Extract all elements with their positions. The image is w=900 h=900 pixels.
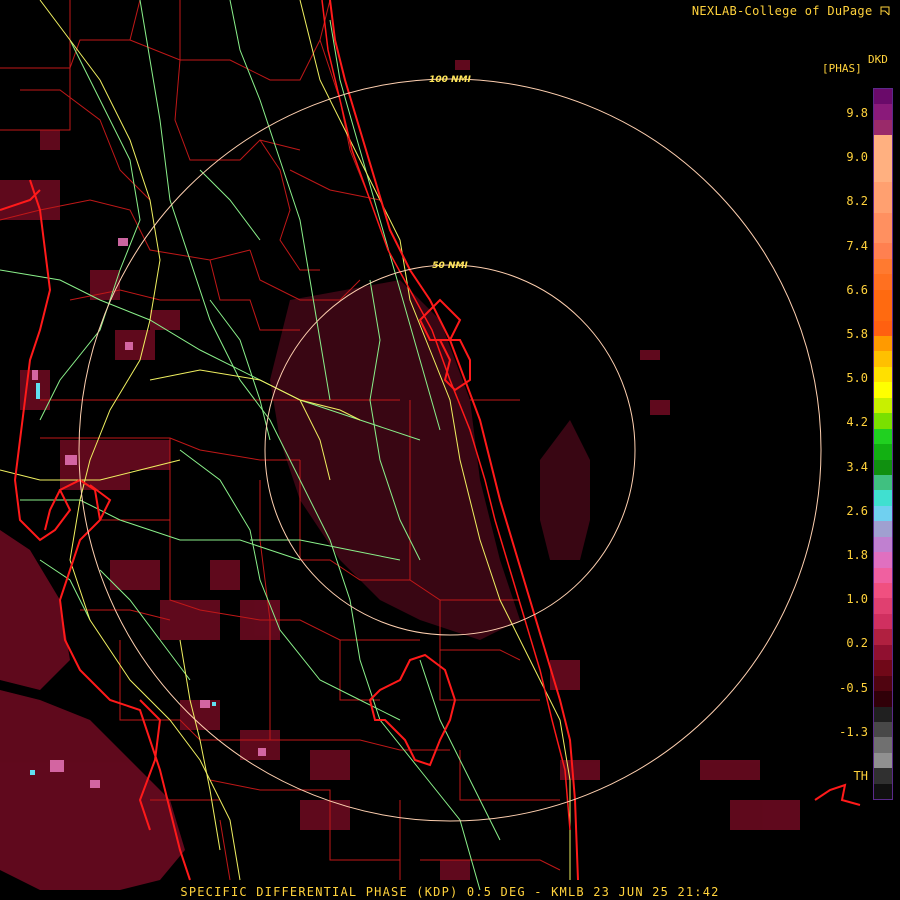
legend-tick-label: 9.8 [846, 106, 868, 120]
legend-swatch [874, 289, 892, 306]
credit-text: NEXLAB-College of DuPage [692, 4, 890, 18]
range-label-50nmi: 50 NMI [432, 261, 468, 271]
legend-tick-label: 5.8 [846, 327, 868, 341]
legend-swatch [874, 212, 892, 228]
legend-swatch [874, 243, 892, 259]
legend-tick-label: 1.8 [846, 548, 868, 562]
legend-swatch [874, 382, 892, 398]
legend-swatch [874, 474, 892, 491]
credit-label: NEXLAB-College of DuPage [691, 4, 873, 18]
legend-swatch [874, 459, 892, 475]
product-caption: SPECIFIC DIFFERENTIAL PHASE (KDP) 0.5 DE… [180, 885, 720, 899]
legend-swatch [874, 768, 892, 784]
legend-tick-label: -0.5 [839, 680, 868, 695]
legend-tick-label: 1.0 [846, 592, 868, 607]
legend-swatch [874, 413, 892, 429]
legend-swatch [874, 444, 892, 460]
legend-swatch [874, 397, 892, 414]
legend-tick-label: -1.3 [839, 724, 868, 739]
legend-tick-label: TH [853, 769, 868, 783]
legend-swatch [874, 583, 892, 599]
legend-swatch [874, 613, 892, 630]
legend-swatch [874, 320, 892, 336]
legend-swatch [874, 119, 892, 136]
legend-tick-label: 5.0 [846, 371, 868, 386]
legend-swatch [874, 274, 892, 290]
legend-swatch [874, 552, 892, 568]
legend-swatch [874, 227, 892, 244]
legend-swatch [874, 521, 892, 537]
legend-swatch [874, 150, 892, 167]
legend-tick-label: 7.4 [846, 238, 868, 253]
legend-swatch [874, 644, 892, 661]
legend-swatch [874, 181, 892, 198]
legend-swatch [874, 490, 892, 506]
legend-swatch [874, 366, 892, 383]
range-label-100nmi: 100 NMI [429, 75, 471, 85]
legend-swatch [874, 428, 892, 445]
legend-swatch [874, 351, 892, 367]
legend-tick-label: 2.6 [846, 503, 868, 518]
legend-tick-label: 0.2 [846, 636, 868, 651]
legend-tick-label: 3.4 [846, 459, 868, 474]
legend-swatch [874, 660, 892, 676]
legend-swatch [874, 336, 892, 352]
college-logo-icon [880, 6, 890, 16]
legend-tick-label: 4.2 [846, 415, 868, 430]
legend-swatch [874, 752, 892, 769]
legend-swatch [874, 675, 892, 692]
legend-swatch [874, 505, 892, 522]
legend-swatch [874, 567, 892, 583]
legend-units: [PHAS] [822, 62, 862, 75]
legend-swatch [874, 258, 892, 275]
legend-swatch [874, 305, 892, 321]
legend-swatch [874, 104, 892, 120]
legend-swatch [874, 598, 892, 614]
legend-swatch [874, 197, 892, 213]
legend-tick-label: 9.0 [846, 150, 868, 165]
legend-swatch [874, 691, 892, 707]
legend-swatch [874, 629, 892, 645]
legend-swatch [874, 721, 892, 738]
legend-tick-label: 6.6 [846, 282, 868, 297]
legend-swatch [874, 135, 892, 151]
radar-map[interactable]: 50 NMI 100 NMI [0, 0, 900, 900]
color-scale-bar [873, 88, 893, 800]
legend-swatch [874, 166, 892, 182]
legend-swatch [874, 737, 892, 753]
legend-tick-label: 8.2 [846, 194, 868, 209]
legend-swatch [874, 89, 892, 105]
legend-swatch [874, 783, 892, 800]
legend-swatch [874, 706, 892, 722]
legend-swatch [874, 536, 892, 553]
legend-product-code: DKD [868, 53, 888, 66]
